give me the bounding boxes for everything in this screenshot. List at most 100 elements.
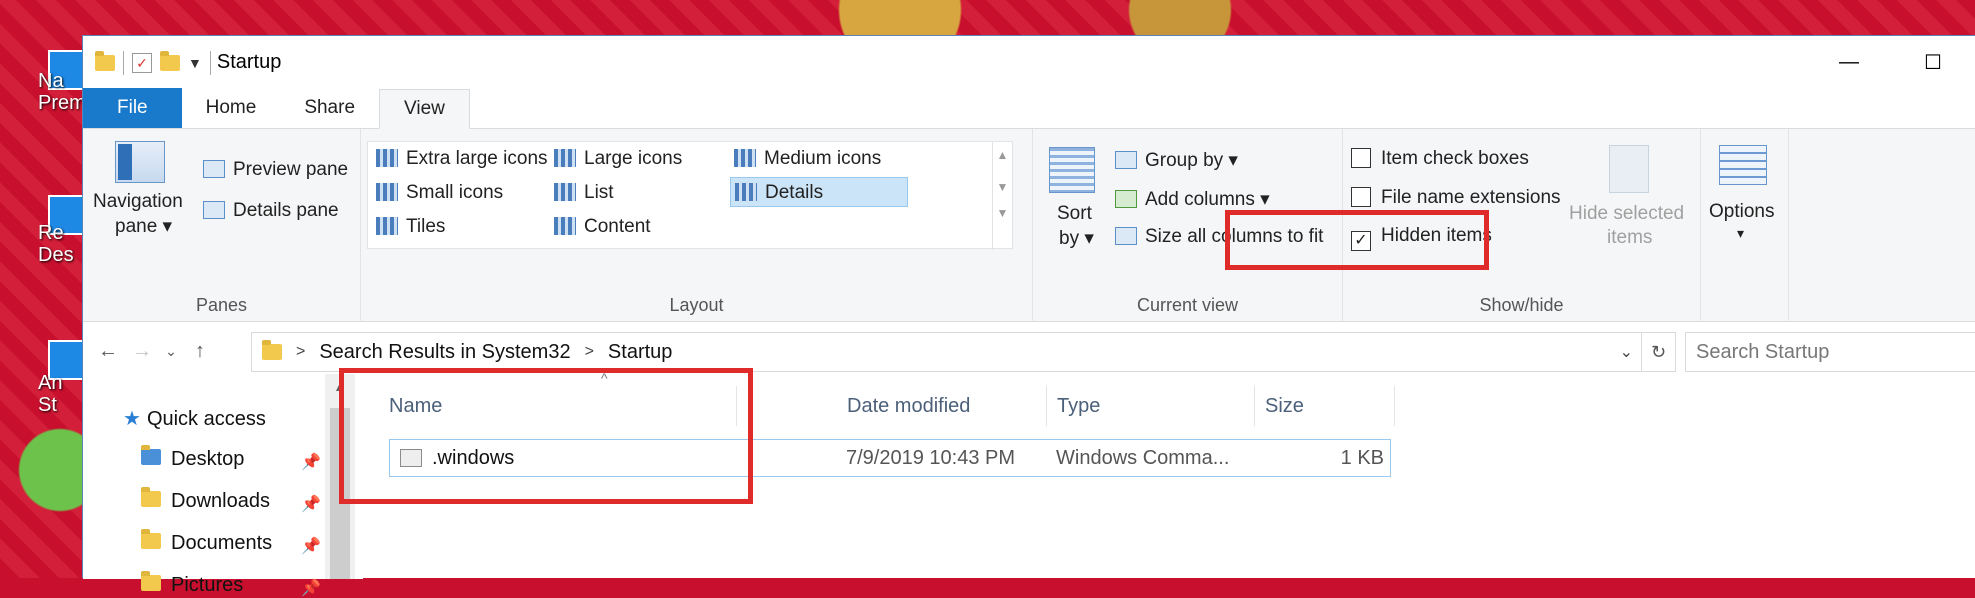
layout-content[interactable]: Content <box>550 212 651 242</box>
layout-list[interactable]: List <box>550 178 614 208</box>
options-label: Options <box>1709 201 1775 222</box>
add-columns-label: Add columns ▾ <box>1145 189 1270 210</box>
nav-item-downloads[interactable]: Downloads <box>141 487 270 513</box>
sort-indicator-icon: ^ <box>601 370 608 386</box>
preview-pane-icon <box>203 160 225 178</box>
window-controls: — ☐ <box>1807 36 1975 89</box>
pin-icon[interactable]: 📌 <box>301 494 321 514</box>
breadcrumb-startup[interactable]: Startup <box>608 341 672 364</box>
hide-selected-items-button[interactable]: Hide selected items <box>1567 145 1697 275</box>
folder-icon <box>95 50 115 71</box>
minimize-button[interactable]: — <box>1807 36 1891 89</box>
new-folder-icon[interactable] <box>160 50 180 71</box>
desktop-label: St <box>38 394 57 416</box>
pin-icon[interactable]: 📌 <box>301 578 321 598</box>
desktop-label: Prem <box>38 92 86 114</box>
back-button[interactable]: ← <box>91 340 125 363</box>
column-header-date-modified[interactable]: Date modified <box>837 386 1047 426</box>
breadcrumb-search-results[interactable]: Search Results in System32 <box>319 341 570 364</box>
navigation-pane-label-2: pane ▾ <box>115 216 173 237</box>
sort-by-icon <box>1049 147 1095 193</box>
desktop-label: Re <box>38 222 64 244</box>
size-all-columns-button[interactable]: Size all columns to fit <box>1115 226 1323 248</box>
preview-pane-button[interactable]: Preview pane <box>203 159 348 181</box>
item-check-boxes-checkbox[interactable] <box>1351 148 1371 168</box>
maximize-button[interactable]: ☐ <box>1891 36 1975 89</box>
navigation-pane: ★ Quick access Desktop 📌 Downloads 📌 Docu… <box>83 374 363 597</box>
sort-by-button[interactable]: Sort by ▾ <box>1043 147 1103 267</box>
column-header-type[interactable]: Type <box>1047 386 1255 426</box>
tab-share[interactable]: Share <box>280 88 379 128</box>
documents-folder-icon <box>141 529 161 549</box>
nav-pane-scrollbar[interactable]: ▲ <box>325 374 355 579</box>
options-chevron-icon: ▾ <box>1737 225 1745 241</box>
nav-item-desktop[interactable]: Desktop <box>141 445 244 471</box>
group-label: Current view <box>1136 295 1239 315</box>
layout-gallery: Extra large icons Large icons Medium ico… <box>367 141 1013 250</box>
recent-locations-chevron-icon[interactable]: ⌄ <box>159 343 183 360</box>
navigation-pane-label: Navigation <box>93 191 183 212</box>
scroll-down-icon[interactable]: ▼ <box>993 180 1012 194</box>
tab-home[interactable]: Home <box>182 88 281 128</box>
nav-item-documents[interactable]: Documents <box>141 529 272 555</box>
file-name-extensions-option[interactable]: File name extensions <box>1351 187 1561 209</box>
layout-item-label: Extra large icons <box>406 148 548 169</box>
layout-medium-icons[interactable]: Medium icons <box>730 144 881 174</box>
pictures-folder-icon <box>141 571 161 591</box>
file-name-extensions-checkbox[interactable] <box>1351 187 1371 207</box>
properties-icon[interactable]: ✓ <box>132 52 152 73</box>
nav-item-quick-access[interactable]: ★ Quick access <box>123 406 266 431</box>
group-by-button[interactable]: Group by ▾ <box>1115 149 1238 172</box>
layout-extra-large-icons[interactable]: Extra large icons <box>372 144 548 174</box>
column-header-size[interactable]: Size <box>1255 386 1395 426</box>
hidden-items-checkbox[interactable]: ✓ <box>1351 231 1371 251</box>
refresh-button[interactable]: ↻ <box>1642 332 1676 372</box>
file-icon-cell <box>400 440 422 476</box>
address-history-chevron-icon[interactable]: ⌄ <box>1620 342 1633 362</box>
ribbon-group-show-hide: Item check boxes File name extensions ✓ H… <box>1343 129 1701 322</box>
file-size: 1 KB <box>1340 447 1384 469</box>
preview-pane-label: Preview pane <box>233 159 349 180</box>
chevron-right-icon[interactable]: > <box>296 343 305 361</box>
chevron-right-icon[interactable]: > <box>585 343 594 361</box>
customize-toolbar-chevron-icon[interactable]: ▼ <box>188 55 202 71</box>
ribbon-group-panes: Navigation pane ▾ Preview pane Details p… <box>83 129 361 322</box>
expand-gallery-icon[interactable]: ▼ <box>993 206 1012 220</box>
nav-item-pictures[interactable]: Pictures <box>141 571 243 597</box>
tab-view[interactable]: View <box>379 89 470 129</box>
file-type: Windows Comma... <box>1056 447 1230 469</box>
hidden-items-option[interactable]: ✓ Hidden items <box>1351 225 1492 251</box>
layout-large-icons[interactable]: Large icons <box>550 144 682 174</box>
add-columns-button[interactable]: Add columns ▾ <box>1115 188 1270 211</box>
scroll-up-icon[interactable]: ▲ <box>993 148 1012 162</box>
scrollbar-thumb[interactable] <box>330 408 350 579</box>
pin-icon[interactable]: 📌 <box>301 452 321 472</box>
layout-tiles[interactable]: Tiles <box>372 212 445 242</box>
scroll-up-icon[interactable]: ▲ <box>325 378 355 394</box>
table-row[interactable]: .windows 7/9/2019 10:43 PM Windows Comma… <box>389 439 1391 477</box>
navigation-pane-button[interactable]: Navigation pane ▾ <box>91 141 195 261</box>
hide-selected-items-icon <box>1609 145 1649 193</box>
file-name[interactable]: .windows <box>432 440 514 476</box>
size-all-columns-label: Size all columns to fit <box>1145 226 1324 247</box>
details-pane-button[interactable]: Details pane <box>203 200 339 222</box>
forward-button[interactable]: → <box>125 340 159 363</box>
item-check-boxes-option[interactable]: Item check boxes <box>1351 148 1529 170</box>
layout-small-icons[interactable]: Small icons <box>372 178 503 208</box>
pin-icon[interactable]: 📌 <box>301 536 321 556</box>
layout-details[interactable]: Details <box>730 177 908 207</box>
sort-by-label-2: by ▾ <box>1059 228 1094 249</box>
details-icon <box>735 183 757 201</box>
layout-gallery-scroll[interactable]: ▲ ▼ ▼ <box>992 142 1012 250</box>
ribbon: Navigation pane ▾ Preview pane Details p… <box>83 129 1975 322</box>
desktop-label: Des <box>38 244 74 266</box>
tab-file[interactable]: File <box>83 88 182 128</box>
address-box[interactable]: > Search Results in System32 > Startup ⌄ <box>251 332 1642 372</box>
content-icon <box>554 217 576 235</box>
item-check-boxes-label: Item check boxes <box>1381 148 1529 169</box>
search-input[interactable]: Search Startup <box>1685 332 1975 372</box>
options-button[interactable]: Options ▾ <box>1701 145 1789 275</box>
column-header-name[interactable]: Name <box>379 386 737 426</box>
up-button[interactable]: ↑ <box>183 340 217 363</box>
divider <box>123 50 124 75</box>
